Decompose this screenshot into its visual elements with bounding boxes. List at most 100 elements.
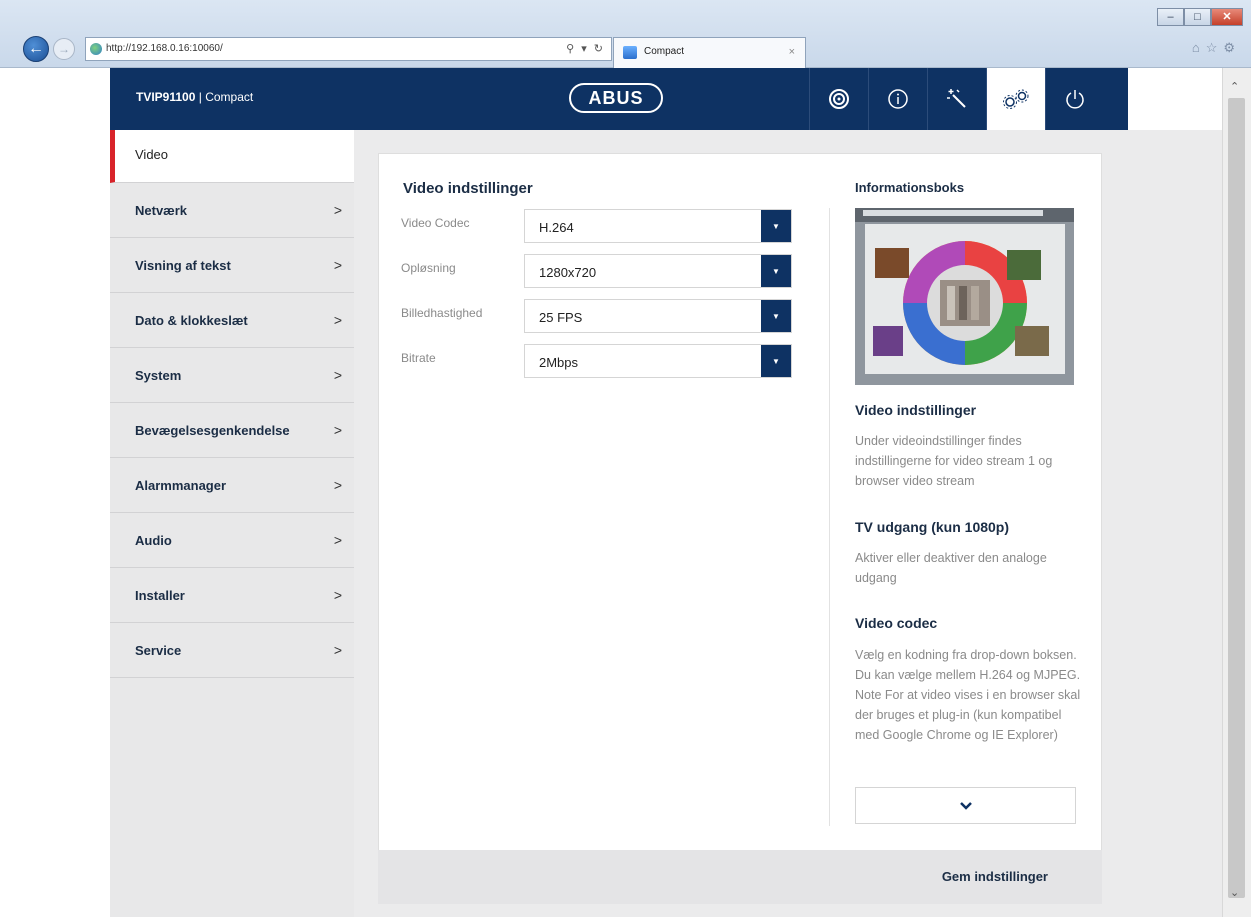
chevron-right-icon: > — [333, 532, 342, 548]
camera-icon — [829, 89, 849, 109]
close-tab-icon[interactable]: × — [789, 38, 795, 66]
title-separator: | — [195, 90, 206, 104]
sidebar-item-label: Installer — [135, 588, 185, 603]
chevron-right-icon: > — [333, 312, 342, 328]
info-text-video-settings: Under videoindstillinger findes indstill… — [855, 434, 1053, 488]
frame-rate-row: Billedhastighed 25 FPS ▼ — [401, 299, 793, 333]
wizard-icon — [947, 89, 966, 108]
sidebar-item-text-overlay[interactable]: Visning af tekst > — [110, 238, 354, 293]
chevron-right-icon: > — [333, 202, 342, 218]
address-bar[interactable]: http://192.168.0.16:10060/ ⚲ ▾ ↻ — [85, 37, 612, 61]
home-icon[interactable]: ⌂ — [1192, 40, 1206, 55]
scroll-thumb[interactable] — [1228, 98, 1245, 898]
chevron-down-icon[interactable]: ▼ — [761, 210, 791, 242]
resolution-select[interactable]: 1280x720 ▼ — [524, 254, 792, 288]
column-divider — [829, 208, 830, 826]
resolution-row: Opløsning 1280x720 ▼ — [401, 254, 793, 288]
sidebar-item-label: Netværk — [135, 203, 188, 218]
frame-rate-select[interactable]: 25 FPS ▼ — [524, 299, 792, 333]
tab-title: Compact — [644, 46, 685, 57]
sidebar-item-label: Video — [135, 147, 169, 162]
page-favicon-icon — [623, 46, 637, 59]
info-scroll-down-button[interactable] — [855, 787, 1076, 824]
info-text-tv-output: Aktiver eller deaktiver den analoge udga… — [855, 551, 1047, 585]
sidebar-item-date-time[interactable]: Dato & klokkeslæt > — [110, 293, 354, 348]
sidebar-item-motion-detection[interactable]: Bevægelsesgenkendelse > — [110, 403, 354, 458]
field-label: Billedhastighed — [401, 306, 483, 320]
live-view-button[interactable] — [809, 68, 868, 130]
sidebar-item-alarm-manager[interactable]: Alarmmanager > — [110, 458, 354, 513]
chevron-right-icon: > — [333, 367, 342, 383]
sidebar-item-installer[interactable]: Installer > — [110, 568, 354, 623]
browser-tab[interactable]: Compact × — [613, 37, 806, 68]
field-label: Opløsning — [401, 261, 456, 275]
settings-icon — [1003, 89, 1029, 109]
info-button[interactable] — [868, 68, 927, 130]
power-button[interactable] — [1045, 68, 1104, 130]
info-box-title: Informationsboks — [855, 180, 965, 195]
select-value: H.264 — [539, 220, 574, 235]
chevron-right-icon: > — [333, 422, 342, 438]
sidebar-item-audio[interactable]: Audio > — [110, 513, 354, 568]
settings-button[interactable] — [986, 68, 1045, 130]
device-model: TVIP91100 — [136, 90, 196, 104]
window-controls: – □ ✕ — [1157, 8, 1243, 26]
close-window-icon[interactable]: ✕ — [1211, 8, 1243, 26]
wizard-button[interactable] — [927, 68, 986, 130]
sidebar-item-system[interactable]: System > — [110, 348, 354, 403]
bitrate-row: Bitrate 2Mbps ▼ — [401, 344, 793, 378]
abus-logo: ABUS — [569, 83, 663, 113]
info-heading-video-settings: Video indstillinger — [855, 402, 977, 418]
bitrate-select[interactable]: 2Mbps ▼ — [524, 344, 792, 378]
chevron-down-icon[interactable]: ▼ — [761, 345, 791, 377]
address-url: http://192.168.0.16:10060/ — [106, 43, 223, 54]
sidebar-item-label: Alarmmanager — [135, 478, 227, 493]
globe-icon — [90, 43, 102, 55]
chevron-right-icon: > — [333, 642, 342, 658]
device-title: TVIP91100 | Compact — [136, 90, 253, 104]
field-label: Video Codec — [401, 216, 470, 230]
camera-preview-image — [855, 208, 1074, 385]
favorites-icon[interactable]: ☆ — [1206, 40, 1224, 55]
browser-toolbar: – □ ✕ ← → http://192.168.0.16:10060/ ⚲ ▾… — [0, 0, 1251, 68]
app-header: TVIP91100 | Compact ABUS — [110, 68, 1128, 130]
device-product: Compact — [205, 90, 254, 104]
scroll-down-icon[interactable]: ⌄ — [1230, 886, 1239, 899]
select-value: 1280x720 — [539, 265, 597, 280]
sidebar-item-video[interactable]: Video — [110, 130, 354, 183]
scroll-up-icon[interactable]: ⌃ — [1230, 80, 1239, 93]
info-text-video-codec: Vælg en kodning fra drop-down boksen. Du… — [855, 648, 1081, 742]
chevron-right-icon: > — [333, 477, 342, 493]
sidebar-item-label: Audio — [135, 533, 172, 548]
page-title: Video indstillinger — [403, 180, 533, 197]
sidebar-item-label: System — [135, 368, 182, 383]
back-arrow-icon[interactable]: ← — [23, 36, 49, 62]
power-icon — [1066, 90, 1084, 109]
sidebar-item-label: Bevægelsesgenkendelse — [135, 423, 290, 438]
sidebar-item-label: Dato & klokkeslæt — [135, 313, 248, 328]
chevron-right-icon: > — [333, 587, 342, 603]
sidebar-item-label: Visning af tekst — [135, 258, 231, 273]
info-heading-video-codec: Video codec — [855, 615, 938, 631]
chevron-down-icon[interactable]: ▼ — [761, 300, 791, 332]
info-icon — [888, 89, 908, 109]
select-value: 2Mbps — [539, 355, 579, 370]
tools-gear-icon[interactable]: ⚙ — [1223, 40, 1241, 55]
sidebar-item-service[interactable]: Service > — [110, 623, 354, 678]
browser-tool-icons[interactable]: ⌂☆⚙ — [1192, 40, 1241, 56]
video-codec-row: Video Codec H.264 ▼ — [401, 209, 793, 243]
sidebar-item-network[interactable]: Netværk > — [110, 183, 354, 238]
field-label: Bitrate — [401, 351, 436, 365]
chevron-down-icon[interactable]: ▼ — [761, 255, 791, 287]
info-heading-tv-output: TV udgang (kun 1080p) — [855, 519, 1010, 535]
forward-arrow-icon[interactable]: → — [53, 38, 75, 60]
video-codec-select[interactable]: H.264 ▼ — [524, 209, 792, 243]
save-settings-button[interactable]: Gem indstillinger — [942, 869, 1048, 884]
search-refresh-icons[interactable]: ⚲ ▾ ↻ — [566, 38, 605, 60]
page-scrollbar[interactable]: ⌃ ⌄ — [1222, 68, 1251, 917]
maximize-icon[interactable]: □ — [1184, 8, 1211, 26]
sidebar-item-label: Service — [135, 643, 182, 658]
minimize-icon[interactable]: – — [1157, 8, 1184, 26]
chevron-down-icon — [959, 801, 972, 810]
settings-sidebar: Video Netværk > Visning af tekst > Dato … — [110, 130, 354, 917]
